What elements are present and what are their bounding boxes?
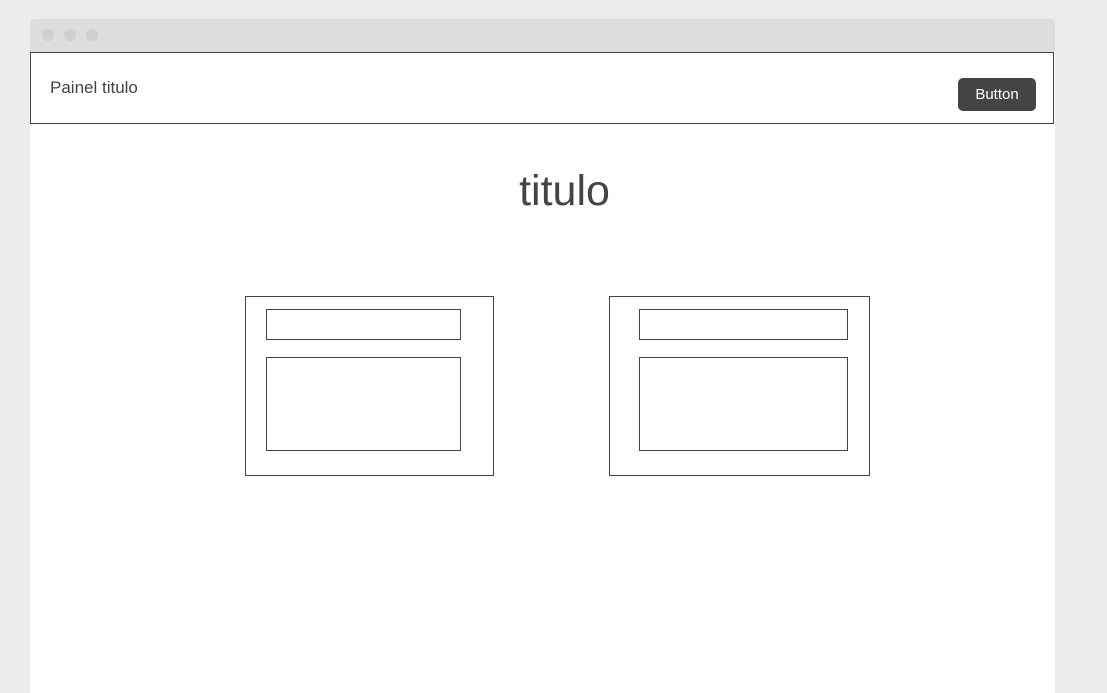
minimize-window-icon[interactable] bbox=[64, 29, 76, 41]
card-right bbox=[609, 296, 870, 476]
close-window-icon[interactable] bbox=[42, 29, 54, 41]
window-titlebar bbox=[30, 19, 1055, 52]
card-left bbox=[245, 296, 494, 476]
panel-title: Painel titulo bbox=[50, 78, 138, 97]
card-text-area[interactable] bbox=[639, 357, 848, 451]
browser-window: Painel titulo Button titulo bbox=[30, 19, 1055, 693]
page-title: titulo bbox=[519, 167, 610, 215]
card-input-field[interactable] bbox=[266, 309, 461, 340]
card-input-field[interactable] bbox=[639, 309, 848, 340]
card-text-area[interactable] bbox=[266, 357, 461, 451]
panel-header: Painel titulo Button bbox=[30, 52, 1054, 124]
header-button[interactable]: Button bbox=[958, 78, 1036, 111]
maximize-window-icon[interactable] bbox=[86, 29, 98, 41]
